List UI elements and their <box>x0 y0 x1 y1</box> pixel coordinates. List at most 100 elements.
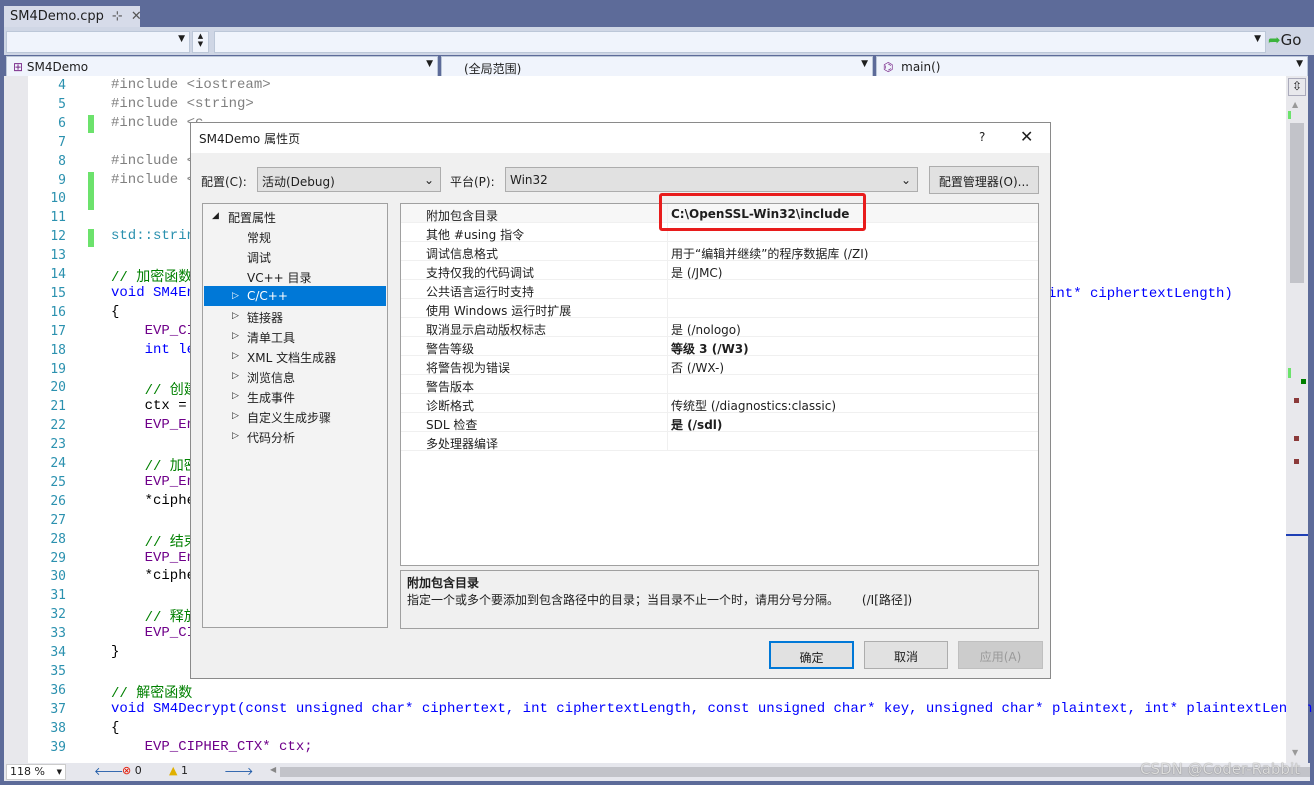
property-row[interactable]: 多处理器编译 <box>401 432 1038 451</box>
expand-arrow-icon[interactable]: ▷ <box>232 291 239 301</box>
help-button[interactable]: ? <box>979 130 985 144</box>
property-name: 警告版本 <box>426 380 475 394</box>
project-combo[interactable]: ⊞ SM4Demo ▼ <box>6 56 438 78</box>
property-value[interactable]: 传统型 (/diagnostics:classic) <box>671 397 836 414</box>
tree-item[interactable]: ▷ 自定义生成步骤 <box>204 406 386 426</box>
column-divider <box>667 318 668 337</box>
property-value[interactable]: 否 (/WX-) <box>671 359 724 376</box>
expand-arrow-icon[interactable]: ▷ <box>232 351 239 361</box>
apply-button[interactable]: 应用(A) <box>958 641 1043 669</box>
property-row[interactable]: 取消显示启动版权标志 是 (/nologo) <box>401 318 1038 337</box>
expanded-arrow-icon[interactable]: ◢ <box>212 211 219 221</box>
expand-arrow-icon[interactable]: ▷ <box>232 331 239 341</box>
scope-combo[interactable]: (全局范围) ▼ <box>441 56 873 78</box>
tree-item[interactable]: ▷ 生成事件 <box>204 386 386 406</box>
property-row[interactable]: 支持仅我的代码调试 是 (/JMC) <box>401 261 1038 280</box>
change-marker <box>88 229 94 247</box>
tree-item[interactable]: 调试 <box>204 246 386 266</box>
expand-arrow-icon[interactable]: ▷ <box>232 391 239 401</box>
line-number: 17 <box>50 323 66 339</box>
split-icon[interactable]: ⇳ <box>1288 78 1306 96</box>
spin-buttons[interactable]: ▲ ▼ <box>192 31 209 53</box>
expand-arrow-icon[interactable]: ▷ <box>232 371 239 381</box>
config-dropdown[interactable]: 活动(Debug) ⌄ <box>257 167 441 192</box>
code-line: { <box>111 303 120 320</box>
platform-value: Win32 <box>510 173 548 187</box>
editor-status-bar: 118 % ▼ 🡐 ⊗ 0 ▲ 1 🡒 ◀ <box>4 763 1310 781</box>
cancel-button[interactable]: 取消 <box>864 641 948 669</box>
property-value[interactable]: 是 (/JMC) <box>671 264 723 281</box>
property-name: 诊断格式 <box>426 399 475 413</box>
dialog-title-bar: SM4Demo 属性页 ? ✕ <box>191 123 1050 153</box>
property-row[interactable]: 将警告视为错误 否 (/WX-) <box>401 356 1038 375</box>
expand-arrow-icon[interactable]: ▷ <box>232 311 239 321</box>
line-number: 34 <box>50 645 66 660</box>
file-tab[interactable]: SM4Demo.cpp ⊹ ✕ <box>4 6 142 27</box>
property-row[interactable]: 使用 Windows 运行时扩展 <box>401 299 1038 318</box>
member-combo[interactable]: ⌬ main() ▼ <box>876 56 1308 78</box>
property-description: 附加包含目录 指定一个或多个要添加到包含路径中的目录；当目录不止一个时，请用分号… <box>400 570 1039 629</box>
property-name: 支持仅我的代码调试 <box>426 266 535 280</box>
platform-dropdown[interactable]: Win32 ⌄ <box>505 167 918 192</box>
property-grid: 附加包含目录 C:\OpenSSL-Win32\include 其他 #using … <box>400 203 1039 566</box>
tree-item[interactable]: VC++ 目录 <box>204 266 386 286</box>
description-title: 附加包含目录 <box>407 576 480 590</box>
property-row[interactable]: SDL 检查 是 (/sdl) <box>401 413 1038 432</box>
expand-arrow-icon[interactable]: ▷ <box>232 431 239 441</box>
line-number: 32 <box>50 607 66 623</box>
column-divider <box>667 261 668 280</box>
property-row[interactable]: 警告等级 等级 3 (/W3) <box>401 337 1038 356</box>
scroll-left-icon[interactable]: ◀ <box>270 765 276 774</box>
tree-item[interactable]: ▷ 链接器 <box>204 306 386 326</box>
property-value[interactable]: 等级 3 (/W3) <box>671 340 749 357</box>
property-row[interactable]: 公共语言运行时支持 <box>401 280 1038 299</box>
config-value: 活动(Debug) <box>262 175 335 189</box>
forward-arrow-icon[interactable]: 🡒 <box>224 764 254 778</box>
tree-item[interactable]: ▷ 清单工具 <box>204 326 386 346</box>
property-value[interactable]: 是 (/nologo) <box>671 321 741 338</box>
code-line: // 释放 <box>111 610 198 627</box>
zoom-combo[interactable]: 118 % ▼ <box>6 764 66 780</box>
column-divider <box>667 394 668 413</box>
annotation-highlight-box <box>659 193 866 231</box>
go-button[interactable]: ➦Go <box>1268 31 1301 49</box>
code-line: // 加密 <box>111 459 198 475</box>
config-manager-button[interactable]: 配置管理器(O)... <box>929 166 1039 194</box>
find-combo[interactable]: ▼ <box>6 31 190 53</box>
close-icon[interactable]: ✕ <box>1020 127 1033 146</box>
property-row[interactable]: 诊断格式 传统型 (/diagnostics:classic) <box>401 394 1038 413</box>
tree-item[interactable]: ▷ XML 文档生成器 <box>204 346 386 366</box>
pin-icon[interactable]: ⊹ <box>112 9 123 24</box>
tree-item[interactable]: ▷ C/C++ <box>204 286 386 306</box>
tree-item[interactable]: ▷ 浏览信息 <box>204 366 386 386</box>
scroll-down-icon[interactable]: ▼ <box>1292 748 1298 757</box>
close-icon[interactable]: ✕ <box>131 9 142 24</box>
tree-item[interactable]: 常规 <box>204 226 386 246</box>
line-number: 6 <box>58 115 66 131</box>
vertical-scrollbar[interactable]: ⇳ ▲ ▼ <box>1286 76 1308 763</box>
tree-item[interactable]: ▷ 代码分析 <box>204 426 386 446</box>
line-number: 9 <box>58 172 66 188</box>
line-number: 38 <box>50 720 66 736</box>
ok-button[interactable]: 确定 <box>769 641 854 669</box>
expand-arrow-icon[interactable]: ▷ <box>232 411 239 421</box>
column-divider <box>667 432 668 451</box>
property-value[interactable]: 是 (/sdl) <box>671 416 722 433</box>
error-marker <box>1294 459 1299 464</box>
back-arrow-icon[interactable]: 🡐 <box>94 764 124 778</box>
property-row[interactable]: 警告版本 <box>401 375 1038 394</box>
property-name: 公共语言运行时支持 <box>426 285 535 299</box>
tree-item[interactable]: ◢ 配置属性 <box>204 206 386 226</box>
errors-indicator[interactable]: ⊗ 0 <box>122 764 142 777</box>
warnings-indicator[interactable]: ▲ 1 <box>169 764 188 777</box>
line-number: 29 <box>50 550 66 566</box>
error-icon: ⊗ <box>122 764 132 777</box>
property-row[interactable]: 调试信息格式 用于“编辑并继续”的程序数据库 (/ZI) <box>401 242 1038 261</box>
line-number: 11 <box>50 210 66 226</box>
property-value[interactable]: 用于“编辑并继续”的程序数据库 (/ZI) <box>671 245 868 262</box>
scroll-thumb[interactable] <box>1290 123 1304 283</box>
search-combo[interactable]: ▼ <box>214 31 1266 53</box>
scroll-up-icon[interactable]: ▲ <box>1292 100 1298 109</box>
chevron-down-icon: ⌄ <box>423 173 434 187</box>
description-text: 指定一个或多个要添加到包含路径中的目录；当目录不止一个时，请用分号分隔。 (/I… <box>407 593 913 607</box>
